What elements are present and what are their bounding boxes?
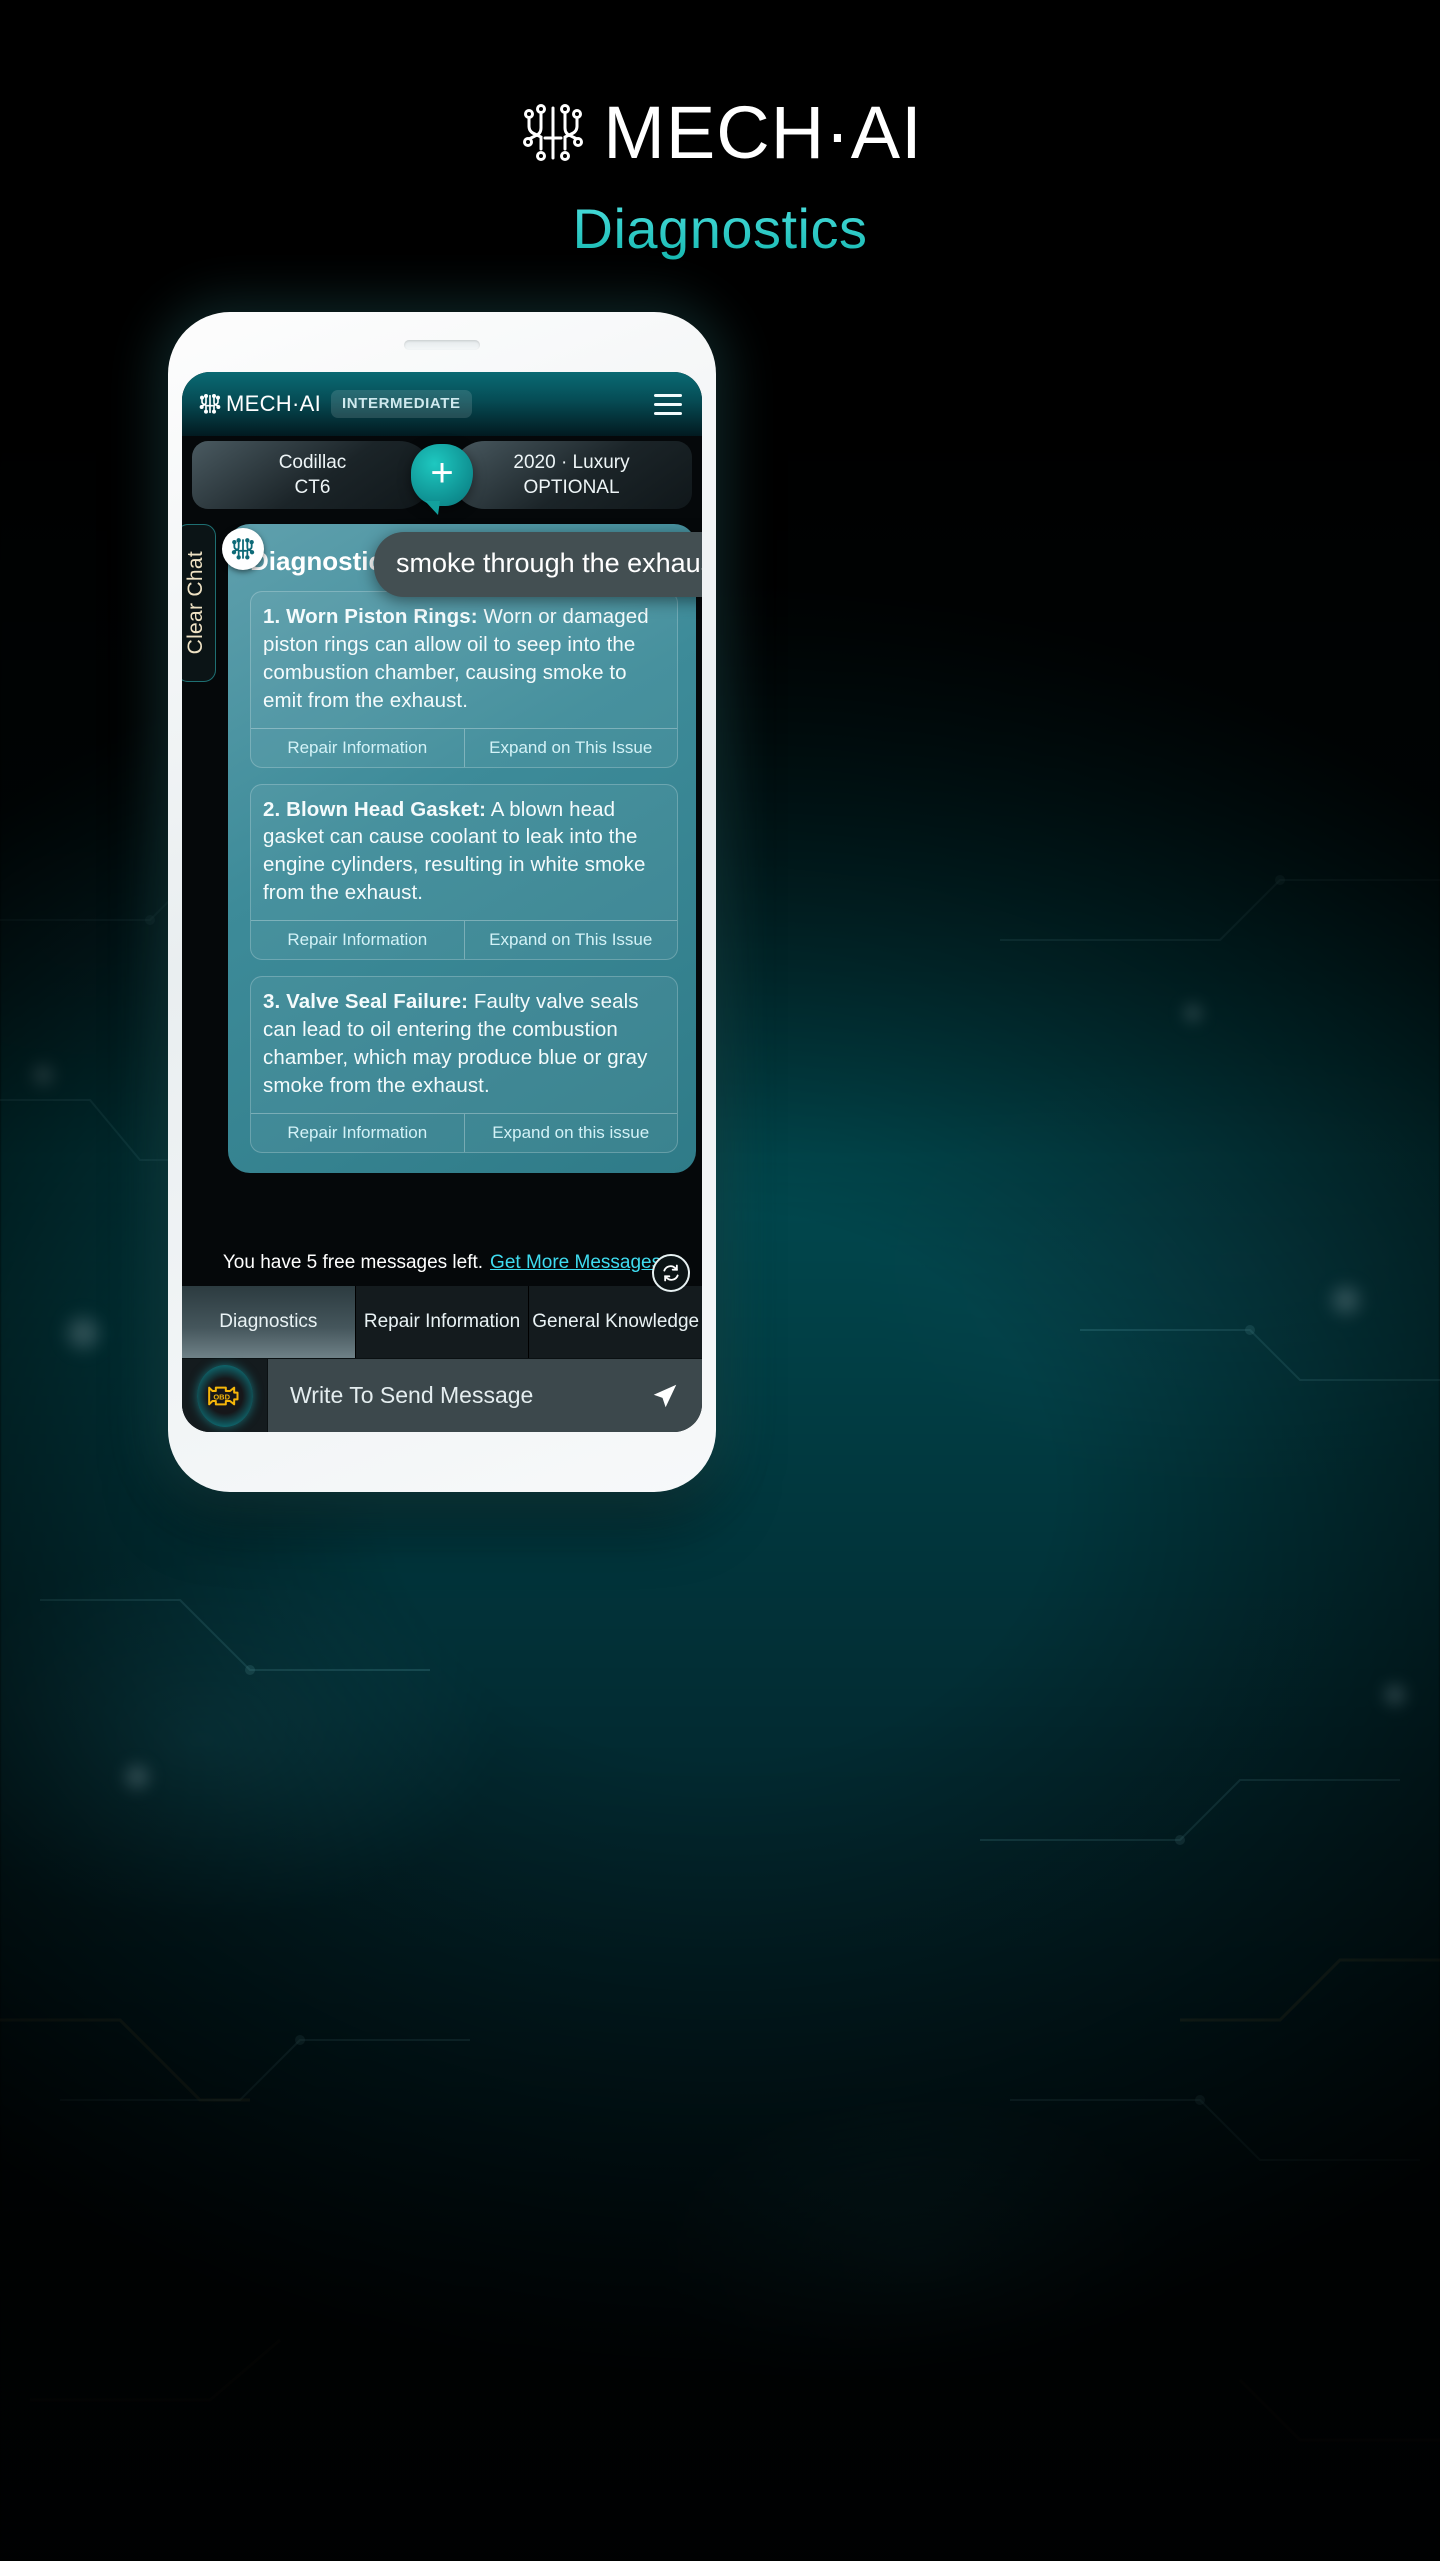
phone-speaker bbox=[404, 340, 480, 350]
issue-actions: Repair Information Expand on this issue bbox=[251, 1112, 678, 1152]
issue-card: 3. Valve Seal Failure: Faulty valve seal… bbox=[250, 976, 678, 1153]
app-logo-text: MECH·AI bbox=[226, 391, 321, 416]
send-arrow-icon[interactable] bbox=[628, 1381, 702, 1411]
tab-diagnostics[interactable]: Diagnostics bbox=[182, 1286, 356, 1358]
obd-check-engine-icon[interactable]: OBD bbox=[196, 1364, 253, 1427]
clear-chat-tab[interactable]: Clear Chat bbox=[182, 524, 216, 682]
issue-text: 1. Worn Piston Rings: Worn or damaged pi… bbox=[251, 592, 677, 728]
issue-title: Worn Piston Rings: bbox=[286, 605, 478, 628]
skill-level-badge: INTERMEDIATE bbox=[331, 390, 472, 418]
expand-issue-button[interactable]: Expand on This Issue bbox=[463, 728, 678, 767]
repair-information-button[interactable]: Repair Information bbox=[251, 1114, 464, 1152]
issue-title: Valve Seal Failure: bbox=[286, 990, 469, 1013]
app-header: MECH·AI INTERMEDIATE bbox=[182, 372, 702, 436]
tab-general-knowledge[interactable]: General Knowledge bbox=[529, 1286, 702, 1358]
app-logo: MECH·AI bbox=[198, 391, 321, 417]
vehicle-selector-bar: Codillac CT6 + 2020 · Luxury OPTIONAL bbox=[182, 436, 702, 515]
free-messages-bar: You have 5 free messages left. Get More … bbox=[182, 1240, 702, 1292]
issue-heading: 2. bbox=[263, 797, 281, 821]
clear-chat-label: Clear Chat bbox=[184, 551, 207, 655]
issue-card: 2. Blown Head Gasket: A blown head gaske… bbox=[250, 783, 678, 960]
vehicle-make-model-pill[interactable]: Codillac CT6 bbox=[192, 441, 433, 509]
brand-header: MECH·AI bbox=[0, 96, 1440, 170]
issue-actions: Repair Information Expand on This Issue bbox=[251, 727, 678, 767]
avatar bbox=[222, 528, 264, 570]
vehicle-optional: OPTIONAL bbox=[523, 476, 620, 498]
expand-issue-button[interactable]: Expand on this issue bbox=[463, 1113, 678, 1152]
page-title: Diagnostics bbox=[0, 196, 1440, 261]
issue-heading: 3. bbox=[263, 990, 281, 1013]
user-message-bubble: smoke through the exhaust bbox=[374, 532, 702, 597]
check-engine-glyph: OBD bbox=[207, 1386, 238, 1405]
hamburger-menu-icon[interactable] bbox=[650, 390, 686, 419]
refresh-icon[interactable] bbox=[652, 1254, 690, 1292]
circuit-logo-icon bbox=[231, 538, 255, 560]
chat-area: Diagnostics: 1. Worn Piston Rings: Worn … bbox=[182, 514, 702, 1240]
vehicle-make: Codillac bbox=[278, 451, 347, 473]
issue-card: 1. Worn Piston Rings: Worn or damaged pi… bbox=[250, 591, 678, 768]
repair-information-button[interactable]: Repair Information bbox=[251, 921, 464, 959]
circuit-logo-icon bbox=[199, 394, 221, 414]
plus-icon: + bbox=[430, 451, 454, 495]
bot-response-card: Diagnostics: 1. Worn Piston Rings: Worn … bbox=[228, 524, 696, 1173]
send-glyph bbox=[653, 1384, 677, 1407]
issue-title: Blown Head Gasket: bbox=[286, 797, 487, 821]
circuit-logo-icon bbox=[523, 104, 584, 161]
vehicle-model: CT6 bbox=[294, 476, 331, 498]
expand-issue-button[interactable]: Expand on This Issue bbox=[463, 921, 678, 959]
get-more-messages-link[interactable]: Get More Messages bbox=[490, 1252, 661, 1274]
brand-wordmark: MECH·AI bbox=[603, 91, 923, 174]
free-messages-text: You have 5 free messages left. bbox=[222, 1252, 484, 1273]
app-screen: MECH·AI INTERMEDIATE Codillac CT6 + 2020… bbox=[182, 372, 702, 1432]
issue-actions: Repair Information Expand on This Issue bbox=[251, 920, 677, 959]
issue-text: 3. Valve Seal Failure: Faulty valve seal… bbox=[251, 977, 677, 1113]
message-composer: OBD Write To Send Message bbox=[182, 1358, 702, 1432]
tab-bar: Diagnostics Repair Information General K… bbox=[182, 1286, 702, 1358]
vehicle-year-trim-pill[interactable]: 2020 · Luxury OPTIONAL bbox=[451, 441, 692, 509]
phone-mockup: MECH·AI INTERMEDIATE Codillac CT6 + 2020… bbox=[168, 312, 716, 1492]
add-vehicle-button[interactable]: + bbox=[411, 444, 473, 515]
repair-information-button[interactable]: Repair Information bbox=[251, 729, 464, 767]
tab-repair-information[interactable]: Repair Information bbox=[355, 1286, 530, 1358]
obd-button-wrap[interactable]: OBD bbox=[182, 1359, 268, 1432]
issue-text: 2. Blown Head Gasket: A blown head gaske… bbox=[251, 785, 677, 921]
vehicle-year-trim: 2020 · Luxury bbox=[513, 451, 630, 473]
message-input[interactable]: Write To Send Message bbox=[268, 1382, 628, 1409]
obd-label: OBD bbox=[213, 1392, 230, 1401]
issue-heading: 1. bbox=[263, 605, 281, 628]
